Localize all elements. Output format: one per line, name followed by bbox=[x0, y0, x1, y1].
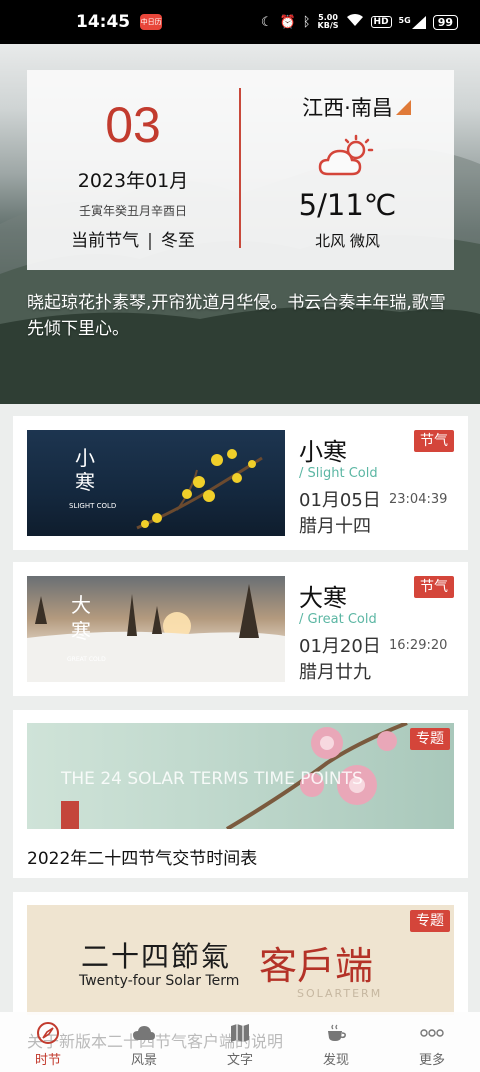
nav-tab-text[interactable]: 文字 bbox=[192, 1012, 288, 1072]
thumb-caption-en: GREAT COLD bbox=[67, 656, 106, 663]
topic2-title-en: Twenty-four Solar Term bbox=[79, 973, 240, 989]
current-term-label: 当前节气 bbox=[71, 231, 140, 251]
topic-card-client[interactable]: 二十四節氣 Twenty-four Solar Term 客戶端 SOLARTE… bbox=[13, 892, 468, 1015]
map-book-icon bbox=[228, 1021, 252, 1045]
poem-text: 晓起琼花扑素琴,开帘犹道月华侵。书云合奏丰年瑞,歌雪先倾下里心。 bbox=[27, 293, 446, 339]
nav-label: 发现 bbox=[322, 1053, 349, 1068]
term-date: 01月05日 bbox=[299, 490, 381, 511]
temperature-range: 5/11℃ bbox=[298, 188, 397, 222]
topic-image-client: 二十四節氣 Twenty-four Solar Term 客戶端 SOLARTE… bbox=[27, 905, 454, 1015]
current-term-line: 当前节气 | 冬至 bbox=[27, 226, 239, 251]
term-name: 大寒 bbox=[299, 584, 347, 612]
network-speed: 5.00 KB/S bbox=[318, 14, 339, 30]
topic-card-time-points[interactable]: THE 24 SOLAR TERMS TIME POINTS 专题 2022年二… bbox=[13, 710, 468, 878]
term-time: 23:04:39 bbox=[389, 492, 448, 507]
network-speed-unit: KB/S bbox=[317, 21, 339, 30]
nav-tab-discover[interactable]: 发现 bbox=[288, 1012, 384, 1072]
app-notification-icon: 中日历 bbox=[140, 14, 163, 30]
term-name: 小寒 bbox=[299, 438, 347, 466]
moon-icon: ☾ bbox=[260, 14, 273, 30]
term-english-name: / Great Cold bbox=[299, 612, 377, 627]
hero-banner: 03 2023年01月 壬寅年癸丑月辛酉日 当前节气 | 冬至 江西·南昌 5/11… bbox=[0, 44, 480, 404]
hd-badge: HD bbox=[370, 16, 392, 28]
term-card-slight-cold[interactable]: 小寒 SLIGHT COLD 小寒 / Slight Cold 01月05日 2… bbox=[13, 416, 468, 550]
term-time: 16:29:20 bbox=[389, 638, 448, 653]
lunar-date: 壬寅年癸丑月辛酉日 bbox=[78, 204, 187, 218]
signal-icon: 5G bbox=[398, 15, 426, 29]
term-separator: | bbox=[147, 231, 153, 251]
current-term-value: 冬至 bbox=[160, 231, 195, 251]
wind-info: 北风 微风 bbox=[315, 232, 380, 250]
status-time: 14:45 bbox=[76, 12, 131, 32]
nav-label: 风景 bbox=[130, 1053, 157, 1068]
topic2-client-text: 客戶端 bbox=[259, 944, 374, 988]
term-tag-badge: 节气 bbox=[414, 430, 454, 452]
status-icons: ☾ ⏰ ᛒ 5.00 KB/S HD 5G 99 bbox=[261, 13, 458, 31]
alarm-icon: ⏰ bbox=[279, 14, 296, 30]
topic2-title-cn: 二十四節氣 bbox=[81, 940, 232, 973]
term-english-name: / Slight Cold bbox=[299, 466, 378, 481]
topic-tag-badge: 专题 bbox=[410, 910, 450, 932]
nav-label: 时节 bbox=[34, 1053, 61, 1068]
nav-label: 更多 bbox=[418, 1053, 445, 1068]
nav-tab-more[interactable]: 更多 bbox=[384, 1012, 480, 1072]
topic2-solarterm-text: SOLARTERM bbox=[297, 987, 383, 1000]
nav-label: 文字 bbox=[226, 1053, 253, 1068]
location-arrow-icon[interactable] bbox=[396, 100, 411, 115]
thumb-caption-en: SLIGHT COLD bbox=[69, 502, 117, 510]
cloud-icon bbox=[132, 1021, 156, 1045]
bottom-navigation: 关于新版本二十四节气客户端的说明 时节 风景 文字 发现 更多 bbox=[0, 1012, 480, 1072]
date-weather-card[interactable]: 03 2023年01月 壬寅年癸丑月辛酉日 当前节气 | 冬至 江西·南昌 5/11… bbox=[27, 70, 454, 270]
day-number: 03 bbox=[105, 97, 161, 153]
topic-image-time-points: THE 24 SOLAR TERMS TIME POINTS bbox=[27, 723, 454, 829]
status-bar: 14:45 中日历 ☾ ⏰ ᛒ 5.00 KB/S HD 5G 99 bbox=[0, 0, 480, 44]
network-type: 5G bbox=[398, 15, 411, 25]
term-image-great-cold: 大寒 GREAT COLD bbox=[27, 576, 285, 682]
topic-title: 2022年二十四节气交节时间表 bbox=[27, 849, 258, 869]
topic-image-text: THE 24 SOLAR TERMS TIME POINTS bbox=[61, 769, 363, 789]
more-dots-icon bbox=[420, 1021, 444, 1045]
bluetooth-icon: ᛒ bbox=[302, 14, 311, 30]
term-tag-badge: 节气 bbox=[414, 576, 454, 598]
nav-tab-seasons[interactable]: 时节 bbox=[0, 1012, 96, 1072]
city-name[interactable]: 江西·南昌 bbox=[241, 92, 454, 122]
wifi-icon bbox=[346, 13, 364, 31]
battery-indicator: 99 bbox=[432, 14, 458, 30]
topic-tag-badge: 专题 bbox=[410, 728, 450, 750]
thumb-caption-cn: 小寒 bbox=[75, 446, 95, 494]
tea-cup-icon bbox=[324, 1021, 348, 1045]
term-card-great-cold[interactable]: 大寒 GREAT COLD 大寒 / Great Cold 01月20日 16:… bbox=[13, 562, 468, 696]
term-lunar-date: 腊月廿九 bbox=[299, 662, 371, 683]
term-lunar-date: 腊月十四 bbox=[299, 516, 371, 537]
partly-cloudy-icon bbox=[316, 134, 376, 184]
term-date: 01月20日 bbox=[299, 636, 381, 657]
year-month: 2023年01月 bbox=[77, 170, 189, 192]
nav-tab-scenery[interactable]: 风景 bbox=[96, 1012, 192, 1072]
compass-icon bbox=[36, 1021, 60, 1045]
thumb-caption-cn: 大寒 bbox=[71, 593, 91, 643]
term-image-slight-cold: 小寒 SLIGHT COLD bbox=[27, 430, 285, 536]
